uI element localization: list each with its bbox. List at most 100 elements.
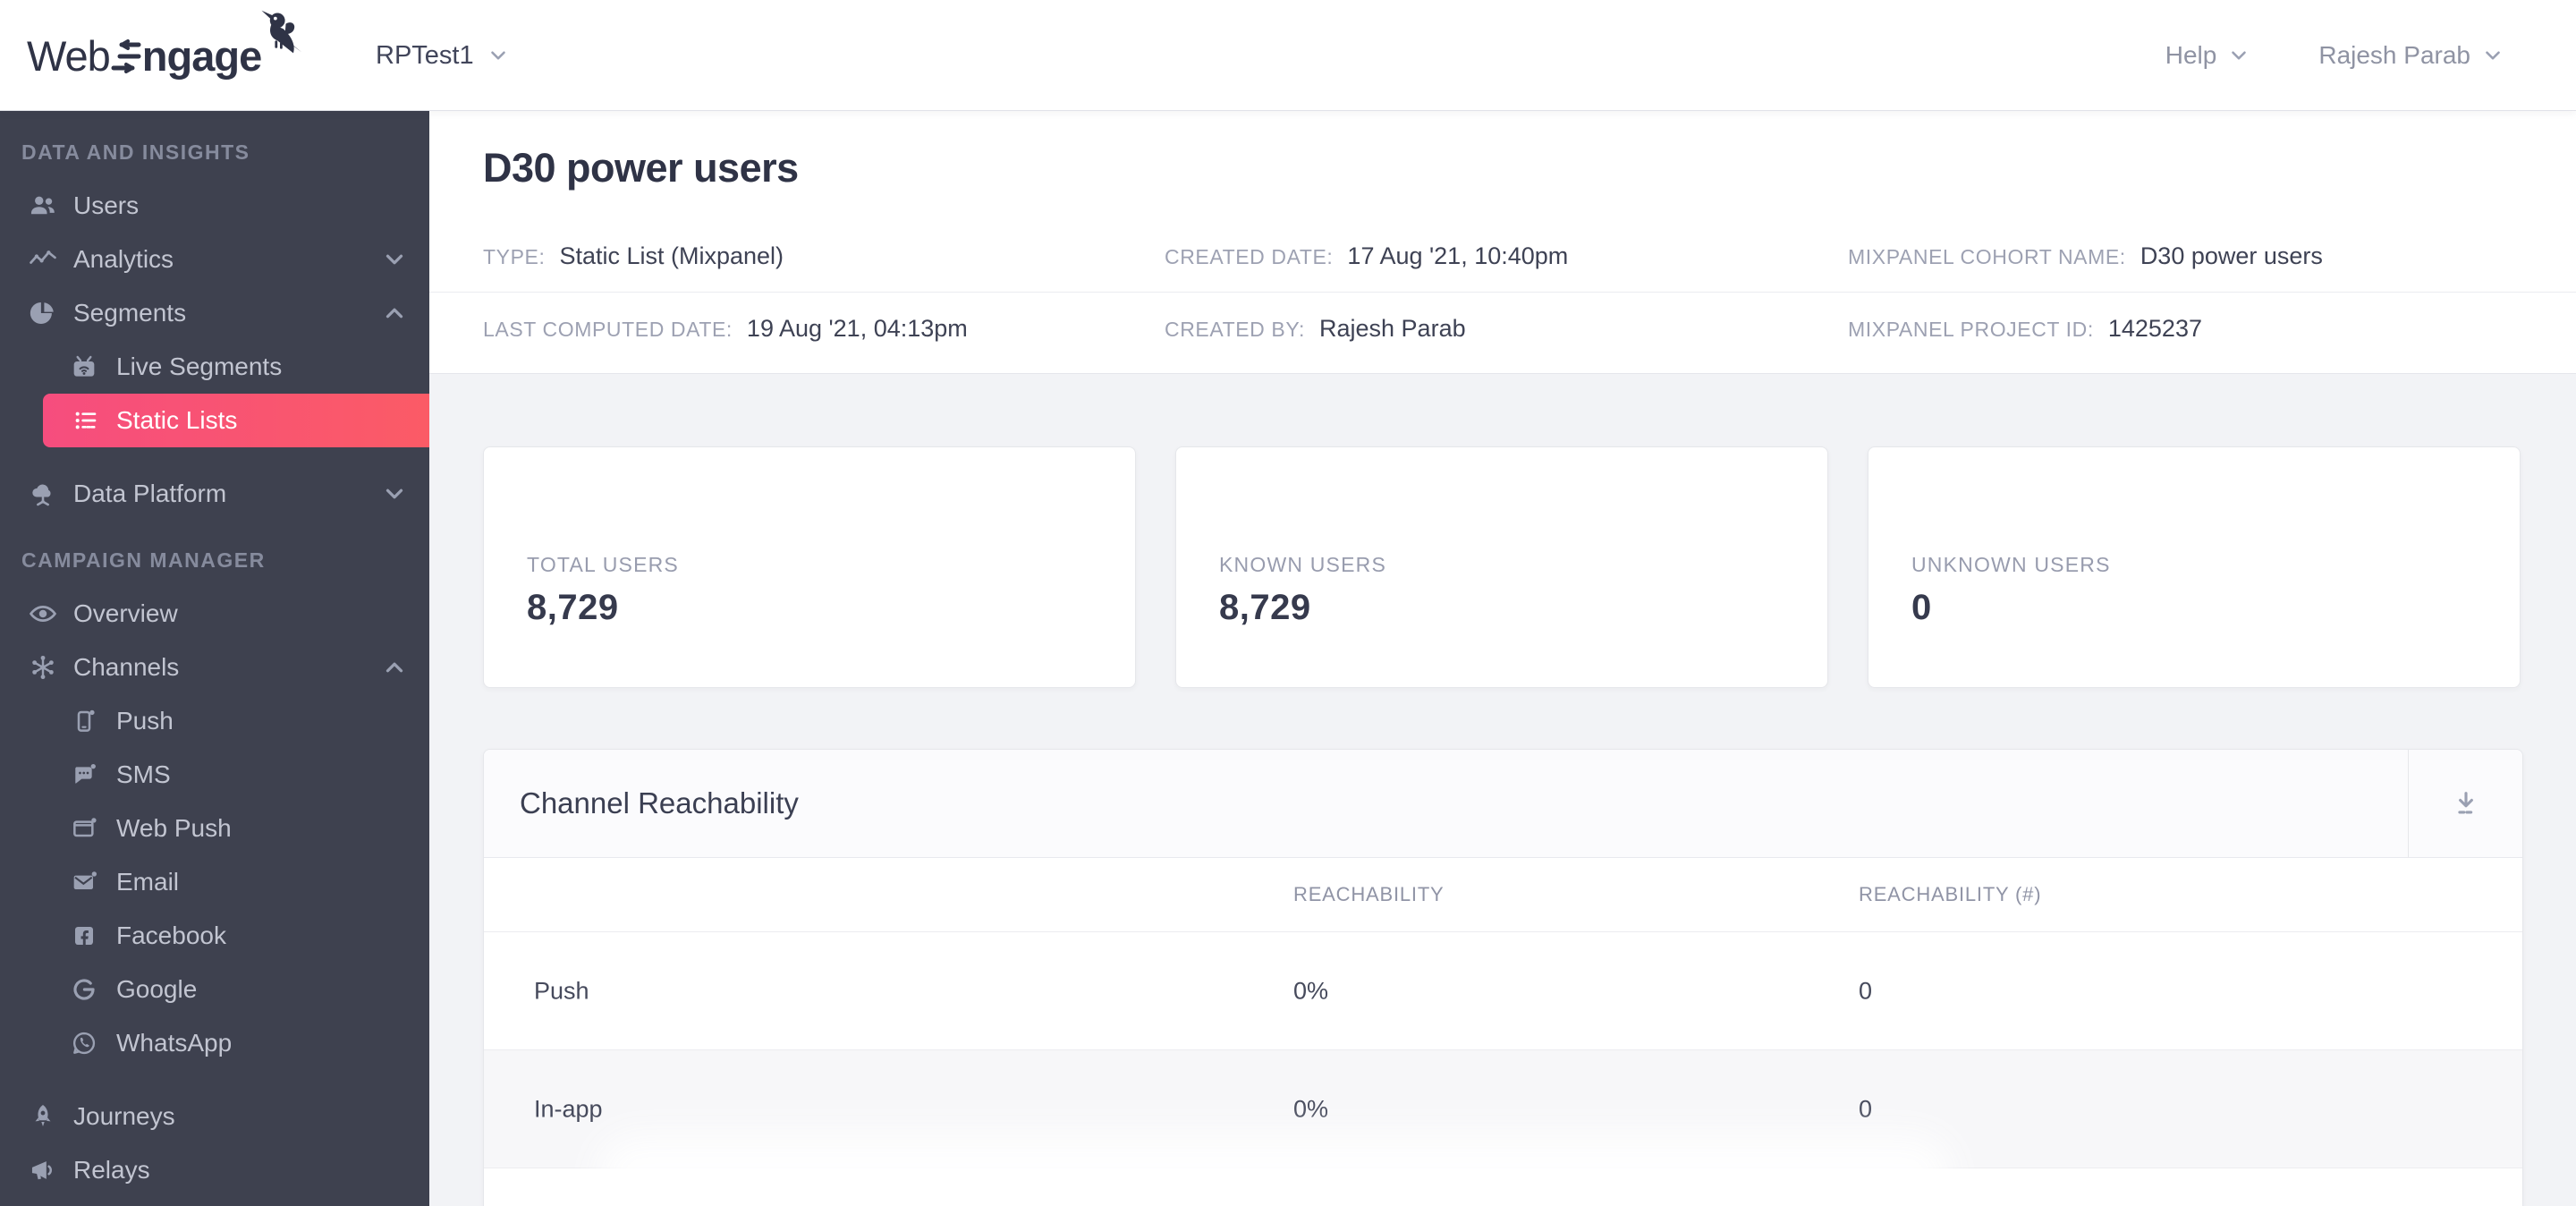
reachability-percent: 0% [1293, 1095, 1329, 1122]
bird-icon [261, 10, 302, 54]
sidebar-item-segments[interactable]: Segments [0, 286, 429, 340]
relays-icon [25, 1152, 61, 1188]
sidebar-item-overview[interactable]: Overview [0, 587, 429, 641]
sidebar-item-journeys[interactable]: Journeys [0, 1090, 429, 1143]
meta-mixpanel-cohort-name: MIXPANEL COHORT NAME: D30 power users [1848, 242, 2323, 270]
stat-card-known-users: KNOWN USERS 8,729 [1175, 446, 1828, 688]
reachability-count: 0 [1859, 1095, 1873, 1122]
sidebar-item-relays[interactable]: Relays [0, 1143, 429, 1197]
meta-label: LAST COMPUTED DATE: [483, 317, 733, 341]
table-header-row: REACHABILITY REACHABILITY (#) [484, 858, 2522, 932]
user-menu[interactable]: Rajesh Parab [2318, 41, 2504, 70]
chevron-down-icon [2232, 51, 2247, 60]
sidebar-section-campaign-manager: CAMPAIGN MANAGER [21, 548, 266, 572]
analytics-icon [25, 242, 61, 277]
sidebar-item-google[interactable]: Google [0, 963, 429, 1016]
stats-row: TOTAL USERS 8,729 KNOWN USERS 8,729 UNKN… [483, 446, 2521, 688]
channel-name: In-app [534, 1095, 603, 1122]
meta-label: MIXPANEL PROJECT ID: [1848, 317, 2094, 341]
webengage-logo[interactable]: Web ngage [27, 0, 313, 111]
live-segments-icon [68, 351, 100, 383]
stat-card-unknown-users: UNKNOWN USERS 0 [1868, 446, 2521, 688]
sidebar-item-facebook[interactable]: Facebook [0, 909, 429, 963]
help-label: Help [2165, 41, 2217, 69]
stat-label: KNOWN USERS [1219, 553, 1386, 576]
channel-name: Push [534, 977, 589, 1004]
chevron-down-icon [2486, 51, 2500, 60]
sidebar-item-channels[interactable]: Channels [0, 641, 429, 694]
meta-label: CREATED BY: [1165, 317, 1305, 341]
project-selector[interactable]: RPTest1 [376, 0, 510, 111]
sidebar-item-label: Relays [73, 1156, 150, 1184]
sidebar-item-data-platform[interactable]: Data Platform [0, 467, 429, 521]
chevron-down-icon [386, 254, 403, 265]
data-platform-icon [25, 476, 61, 512]
facebook-icon [68, 920, 100, 952]
meta-value: D30 power users [2140, 242, 2323, 269]
sidebar-item-static-lists[interactable]: Static Lists [43, 394, 429, 447]
reachability-count: 0 [1859, 977, 1873, 1004]
meta-last-computed-date: LAST COMPUTED DATE: 19 Aug '21, 04:13pm [483, 315, 1165, 343]
download-button[interactable] [2408, 750, 2522, 857]
logo-text: Web ngage [27, 31, 262, 80]
sidebar-section-data-and-insights: DATA AND INSIGHTS [21, 140, 250, 164]
bottom-glow-overlay [599, 1136, 1950, 1206]
sidebar-item-label: Users [73, 191, 140, 219]
meta-value: Static List (Mixpanel) [559, 242, 784, 269]
column-header-reachability-count: REACHABILITY (#) [1859, 883, 2042, 905]
meta-created-date: CREATED DATE: 17 Aug '21, 10:40pm [1165, 242, 1848, 270]
journeys-icon [25, 1099, 61, 1134]
page-header: D30 power users TYPE: Static List (Mixpa… [429, 111, 2576, 374]
channels-icon [25, 650, 61, 685]
google-icon [68, 973, 100, 1006]
meta-row-2: LAST COMPUTED DATE: 19 Aug '21, 04:13pm … [429, 293, 2576, 364]
meta-label: CREATED DATE: [1165, 245, 1334, 268]
overview-icon [25, 596, 61, 632]
whatsapp-icon [68, 1027, 100, 1059]
push-icon [68, 705, 100, 737]
meta-label: MIXPANEL COHORT NAME: [1848, 245, 2126, 268]
sidebar-item-users[interactable]: Users [0, 179, 429, 233]
meta-value: 19 Aug '21, 04:13pm [746, 314, 968, 342]
web-push-icon [68, 812, 100, 845]
meta-mixpanel-project-id: MIXPANEL PROJECT ID: 1425237 [1848, 315, 2202, 343]
sidebar-item-web-push[interactable]: Web Push [0, 802, 429, 855]
sidebar-item-push[interactable]: Push [0, 694, 429, 748]
section-title: Channel Reachability [520, 786, 799, 820]
project-name: RPTest1 [376, 40, 474, 70]
users-icon [25, 188, 61, 224]
chevron-down-icon [490, 51, 505, 60]
chevron-up-icon [386, 308, 403, 318]
column-header-reachability: REACHABILITY [1293, 883, 1445, 905]
sidebar-item-whatsapp[interactable]: WhatsApp [0, 1016, 429, 1070]
chevron-down-icon [386, 488, 403, 499]
meta-created-by: CREATED BY: Rajesh Parab [1165, 315, 1848, 343]
channel-reachability-header: Channel Reachability [484, 750, 2522, 858]
stat-label: TOTAL USERS [527, 553, 679, 576]
meta-value: 1425237 [2107, 314, 2202, 342]
sidebar-item-analytics[interactable]: Analytics [0, 233, 429, 286]
meta-value: Rajesh Parab [1319, 314, 1466, 342]
top-bar: Web ngage RPTest1 Help Rajesh Parab [0, 0, 2576, 111]
sidebar-item-sms[interactable]: SMS [0, 748, 429, 802]
meta-value: 17 Aug '21, 10:40pm [1347, 242, 1569, 269]
sidebar-item-label: Facebook [116, 921, 226, 949]
segments-icon [25, 295, 61, 331]
meta-row-1: TYPE: Static List (Mixpanel) CREATED DAT… [429, 221, 2576, 293]
sidebar-item-live-segments[interactable]: Live Segments [0, 340, 429, 394]
sidebar-item-label: Web Push [116, 814, 232, 842]
stat-label: UNKNOWN USERS [1911, 553, 2111, 576]
sidebar-item-label: Live Segments [116, 352, 283, 380]
sidebar-item-email[interactable]: Email [0, 855, 429, 909]
stat-value: 8,729 [1219, 588, 1311, 627]
sidebar-item-label: WhatsApp [116, 1029, 233, 1057]
reachability-percent: 0% [1293, 977, 1329, 1004]
chevron-up-icon [386, 662, 403, 673]
table-row-push: Push 0% 0 [484, 932, 2522, 1050]
help-menu[interactable]: Help [2165, 41, 2251, 70]
email-icon [68, 866, 100, 898]
user-name: Rajesh Parab [2318, 41, 2470, 69]
page-title: D30 power users [483, 145, 799, 191]
download-icon [2457, 792, 2474, 814]
sidebar: DATA AND INSIGHTS Users Analytics Segmen… [0, 111, 429, 1206]
